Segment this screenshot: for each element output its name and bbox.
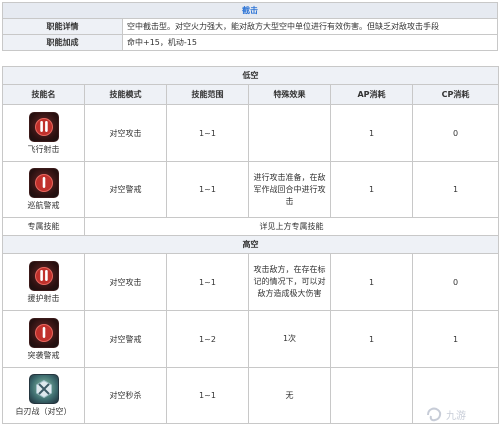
skill-range: 1~1 [166,367,249,424]
skill-mode: 对空秒杀 [84,367,167,424]
skill-cp: 0 [411,253,500,311]
table-row: 突袭警戒 对空警戒 1~2 1次 1 1 [2,310,500,368]
skill-range: 1~1 [166,253,249,311]
role-title: 截击 [2,2,498,19]
skill-ap: 1 [330,310,413,368]
skill-mode: 对空警戒 [84,161,167,218]
skill-name-cell: 白刃战（对空） [2,367,85,424]
skill-table: 低空 技能名 技能模式 技能范围 特殊效果 AP消耗 CP消耗 飞行射击 对空攻… [1,66,500,424]
crossed-blades-icon [28,374,59,404]
skill-mode: 对空攻击 [84,253,167,311]
skill-effect [248,104,331,162]
watermark-text: 九游 [446,409,466,422]
skill-effect: 进行攻击准备，在敌军作战回合中进行攻击 [248,161,331,218]
skill-name: 飞行射击 [27,144,60,154]
skill-ap: 1 [330,253,413,311]
watermark-logo: 九游 [424,404,494,426]
col-header-effect: 特殊效果 [248,84,331,105]
skill-name-cell: 援护射击 [2,253,85,311]
skill-effect: 攻击敌方，在存在标记的情况下，可以对敌方造成极大伤害 [248,253,331,311]
skill-name: 突袭警戒 [27,350,60,360]
section-high-title: 高空 [1,235,500,254]
skill-name: 援护射击 [27,293,60,303]
skill-name-cell: 突袭警戒 [2,310,85,368]
exclusive-value: 详见上方专属技能 [83,217,500,236]
skill-range: 1~1 [166,161,249,218]
section-low-title: 低空 [1,66,500,85]
single-missile-icon [28,168,59,198]
skill-effect: 1次 [248,310,331,368]
role-bonus-value: 命中+15，机动-15 [122,34,498,51]
skill-cp: 0 [411,104,500,162]
skill-effect: 无 [248,367,331,424]
table-row: 专属技能 详见上方专属技能 [2,217,500,236]
col-header-cp: CP消耗 [411,84,500,105]
role-detail-label: 职能详情 [2,18,123,35]
role-bonus-label: 职能加成 [2,34,123,51]
table-row: 巡航警戒 对空警戒 1~1 进行攻击准备，在敌军作战回合中进行攻击 1 1 [2,161,500,218]
skill-name-cell: 飞行射击 [2,104,85,162]
single-missile-icon [28,317,59,348]
skill-name: 白刃战（对空） [15,407,72,416]
skill-cp: 1 [411,310,500,368]
col-header-ap: AP消耗 [330,84,413,105]
skill-mode: 对空攻击 [84,104,167,162]
twin-missile-icon [28,260,59,291]
skill-ap [330,367,413,424]
col-header-range: 技能范围 [166,84,249,105]
col-header-name: 技能名 [2,84,85,105]
twin-missile-icon [28,111,59,142]
table-row: 飞行射击 对空攻击 1~1 1 0 [2,104,500,162]
skill-ap: 1 [330,161,413,218]
skill-range: 1~2 [166,310,249,368]
role-info-table: 截击 职能详情 空中截击型。对空火力强大，能对敌方大型空中单位进行有效伤害。但缺… [2,2,498,51]
table-row: 援护射击 对空攻击 1~1 攻击敌方，在存在标记的情况下，可以对敌方造成极大伤害… [2,253,500,311]
skill-range: 1~1 [166,104,249,162]
role-detail-value: 空中截击型。对空火力强大，能对敌方大型空中单位进行有效伤害。但缺乏对敌攻击手段 [122,18,498,35]
skill-mode: 对空警戒 [84,310,167,368]
skill-name: 巡航警戒 [27,201,60,210]
skill-cp: 1 [411,161,500,218]
skill-ap: 1 [330,104,413,162]
col-header-mode: 技能模式 [84,84,167,105]
exclusive-label: 专属技能 [2,217,85,236]
skill-name-cell: 巡航警戒 [2,161,85,218]
